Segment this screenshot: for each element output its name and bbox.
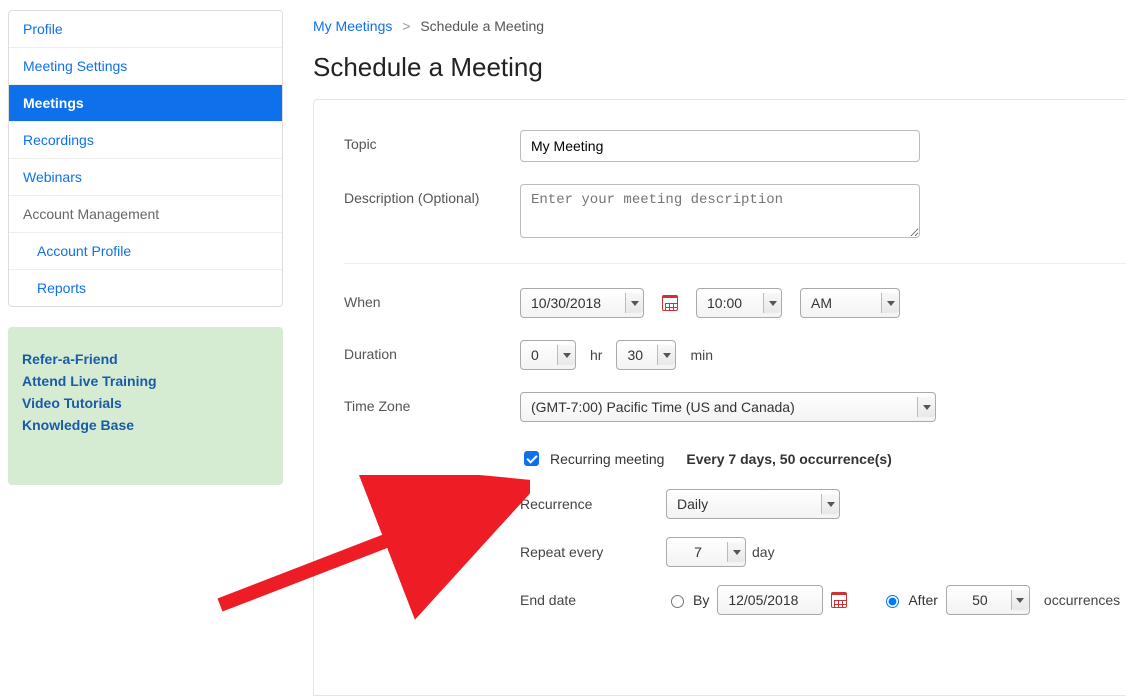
promo-box: Refer-a-Friend Attend Live Training Vide… xyxy=(8,327,283,485)
when-ampm-select[interactable]: AM xyxy=(800,288,900,318)
repeat-label: Repeat every xyxy=(520,544,666,560)
enddate-after-label: After xyxy=(908,592,938,608)
enddate-label: End date xyxy=(520,592,666,608)
repeat-unit: day xyxy=(752,544,775,560)
chevron-down-icon xyxy=(827,502,835,507)
chevron-down-icon xyxy=(1016,598,1024,603)
when-hour-select[interactable]: 10:00 xyxy=(696,288,782,318)
recurring-checkbox[interactable] xyxy=(524,451,539,466)
tz-value: (GMT-7:00) Pacific Time (US and Canada) xyxy=(531,399,795,415)
sidebar-item-webinars[interactable]: Webinars xyxy=(9,159,282,196)
tz-label: Time Zone xyxy=(344,392,520,414)
promo-link-refer[interactable]: Refer-a-Friend xyxy=(22,351,269,367)
tz-select[interactable]: (GMT-7:00) Pacific Time (US and Canada) xyxy=(520,392,936,422)
breadcrumb-root[interactable]: My Meetings xyxy=(313,18,392,34)
chevron-down-icon xyxy=(769,301,777,306)
enddate-after-radio[interactable] xyxy=(886,595,899,608)
duration-min-value: 30 xyxy=(627,347,643,363)
chevron-down-icon xyxy=(887,301,895,306)
when-date-value: 10/30/2018 xyxy=(531,295,601,311)
sidebar-item-account-profile[interactable]: Account Profile xyxy=(9,233,282,270)
recurrence-select[interactable]: Daily xyxy=(666,489,840,519)
when-label: When xyxy=(344,288,520,310)
description-label: Description (Optional) xyxy=(344,184,520,206)
enddate-after-value: 50 xyxy=(957,592,1003,608)
repeat-value: 7 xyxy=(677,544,719,560)
duration-hr-value: 0 xyxy=(531,347,539,363)
enddate-after-select[interactable]: 50 xyxy=(946,585,1030,615)
calendar-icon[interactable] xyxy=(831,592,847,608)
divider xyxy=(344,263,1126,264)
enddate-by-select[interactable]: 12/05/2018 xyxy=(717,585,823,615)
sidebar-heading-account: Account Management xyxy=(9,196,282,233)
enddate-by-value: 12/05/2018 xyxy=(728,592,798,608)
duration-hr-unit: hr xyxy=(590,347,602,363)
sidebar-item-profile[interactable]: Profile xyxy=(9,11,282,48)
chevron-down-icon xyxy=(663,353,671,358)
sidebar-item-meeting-settings[interactable]: Meeting Settings xyxy=(9,48,282,85)
enddate-by-label: By xyxy=(693,592,709,608)
when-date-select[interactable]: 10/30/2018 xyxy=(520,288,644,318)
chevron-down-icon xyxy=(923,405,931,410)
when-hour-value: 10:00 xyxy=(707,295,742,311)
topic-label: Topic xyxy=(344,130,520,152)
enddate-by-radio[interactable] xyxy=(671,595,684,608)
recurrence-value: Daily xyxy=(677,496,708,512)
form-panel: Topic Description (Optional) When 10/30/… xyxy=(313,99,1126,696)
page-title: Schedule a Meeting xyxy=(313,52,1126,83)
chevron-down-icon xyxy=(563,353,571,358)
sidebar-nav: Profile Meeting Settings Meetings Record… xyxy=(8,10,283,307)
promo-link-training[interactable]: Attend Live Training xyxy=(22,373,269,389)
breadcrumb-sep: > xyxy=(402,18,410,34)
calendar-icon[interactable] xyxy=(662,295,678,311)
sidebar-item-reports[interactable]: Reports xyxy=(9,270,282,306)
topic-input[interactable] xyxy=(520,130,920,162)
chevron-down-icon xyxy=(733,550,741,555)
promo-link-kb[interactable]: Knowledge Base xyxy=(22,417,269,433)
when-ampm-value: AM xyxy=(811,295,832,311)
description-input[interactable] xyxy=(520,184,920,238)
chevron-down-icon xyxy=(631,301,639,306)
repeat-select[interactable]: 7 xyxy=(666,537,746,567)
recurring-label: Recurring meeting xyxy=(550,451,664,467)
sidebar-item-recordings[interactable]: Recordings xyxy=(9,122,282,159)
sidebar-item-meetings[interactable]: Meetings xyxy=(9,85,282,122)
breadcrumb-current: Schedule a Meeting xyxy=(420,18,544,34)
breadcrumb: My Meetings > Schedule a Meeting xyxy=(313,18,1126,34)
duration-min-select[interactable]: 30 xyxy=(616,340,676,370)
promo-link-tutorials[interactable]: Video Tutorials xyxy=(22,395,269,411)
recurrence-label: Recurrence xyxy=(520,496,666,512)
recurring-summary: Every 7 days, 50 occurrence(s) xyxy=(686,451,891,467)
duration-hr-select[interactable]: 0 xyxy=(520,340,576,370)
duration-min-unit: min xyxy=(690,347,713,363)
enddate-after-unit: occurrences xyxy=(1044,592,1120,608)
duration-label: Duration xyxy=(344,340,520,362)
